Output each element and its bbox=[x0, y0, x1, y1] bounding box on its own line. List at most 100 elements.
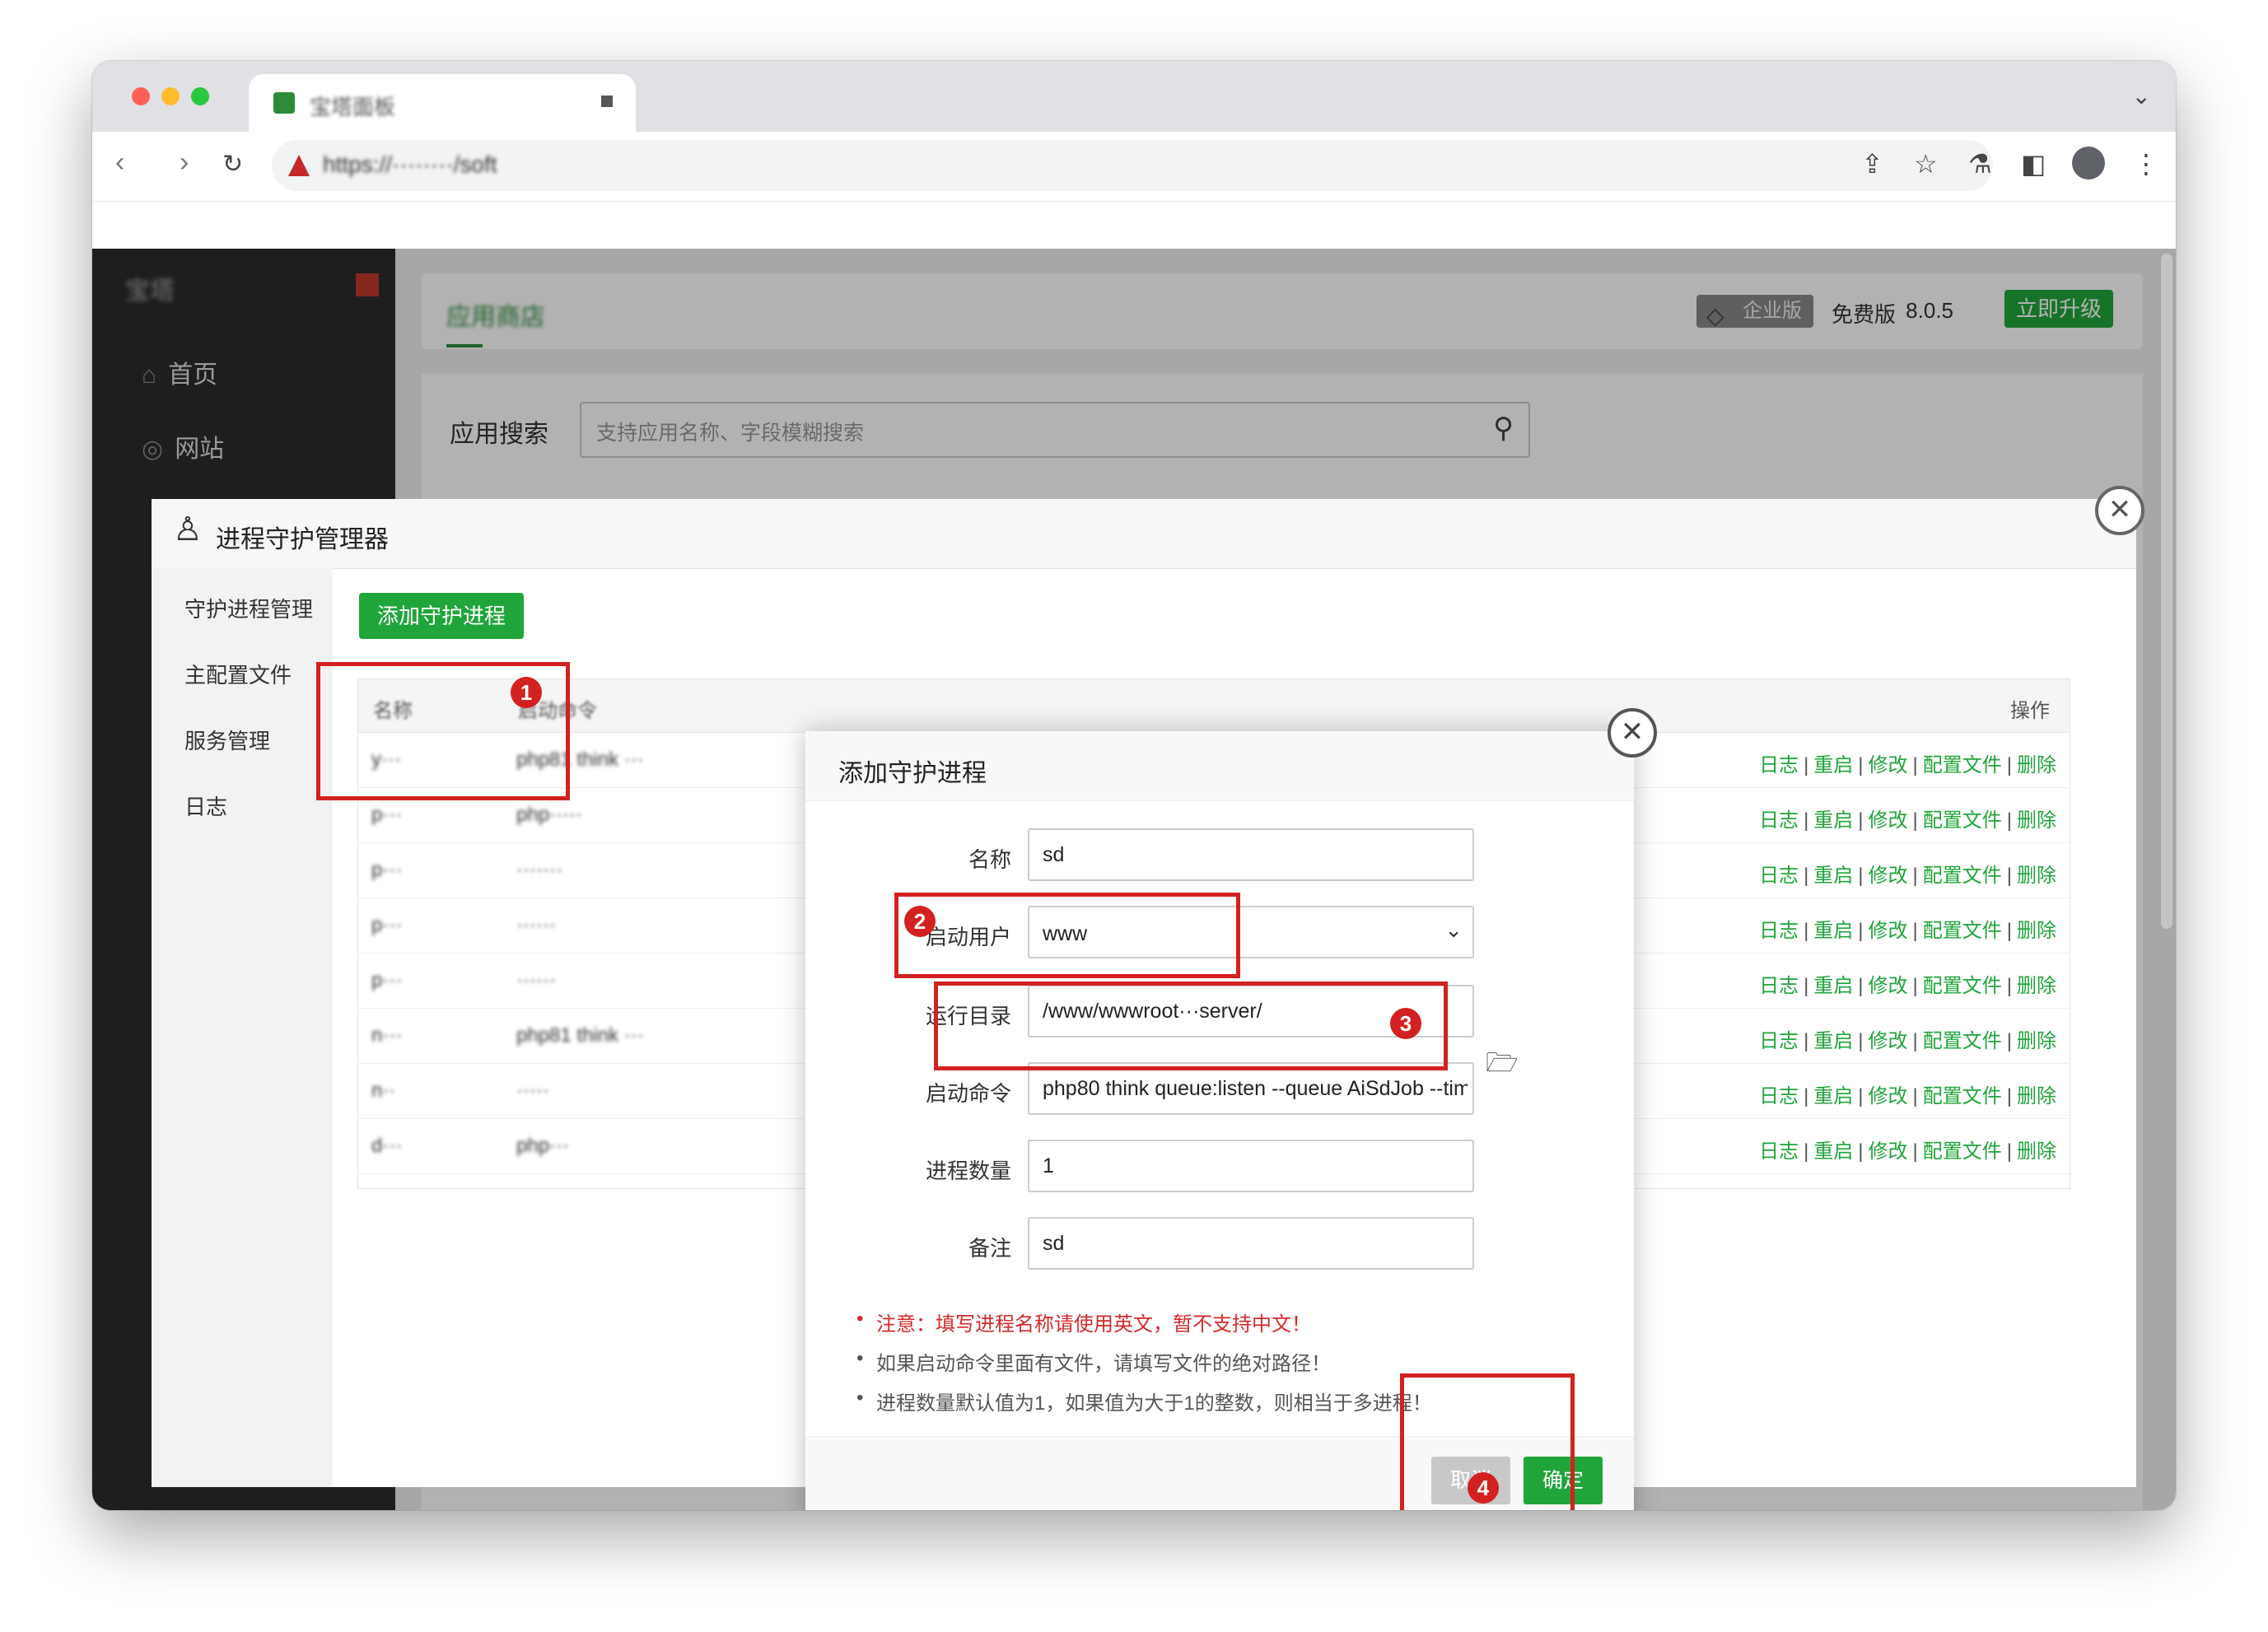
log-link[interactable]: 日志 bbox=[1759, 975, 1799, 997]
restart-link[interactable]: 重启 bbox=[1813, 809, 1853, 832]
manager-close-icon[interactable]: ✕ bbox=[2095, 486, 2144, 535]
restart-link[interactable]: 重启 bbox=[1813, 865, 1853, 887]
edit-link[interactable]: 修改 bbox=[1869, 809, 1908, 832]
bullet: • bbox=[856, 1308, 864, 1330]
config-file-link[interactable]: 配置文件 bbox=[1923, 809, 2002, 832]
delete-link[interactable]: 删除 bbox=[2017, 975, 2056, 997]
delete-link[interactable]: 删除 bbox=[2017, 809, 2056, 832]
process-count-field[interactable]: 1 bbox=[1028, 1140, 1474, 1192]
config-file-link[interactable]: 配置文件 bbox=[1923, 1030, 2002, 1052]
delete-link[interactable]: 删除 bbox=[2017, 1030, 2056, 1052]
separator: | bbox=[1804, 1085, 1809, 1107]
forward-icon[interactable]: › bbox=[180, 147, 189, 179]
config-file-link[interactable]: 配置文件 bbox=[1923, 865, 2002, 887]
config-file-link[interactable]: 配置文件 bbox=[1923, 920, 2002, 942]
remark-value: sd bbox=[1043, 1232, 1065, 1255]
browser-tab[interactable]: 宝塔面板 bbox=[249, 74, 636, 132]
log-link[interactable]: 日志 bbox=[1759, 1030, 1799, 1052]
restart-link[interactable]: 重启 bbox=[1813, 1085, 1853, 1107]
profile-avatar-icon[interactable] bbox=[2072, 147, 2105, 180]
menu-item-main-config[interactable]: 主配置文件 bbox=[184, 659, 292, 689]
close-window-button[interactable] bbox=[132, 87, 150, 105]
separator: | bbox=[2006, 865, 2012, 887]
bullet: • bbox=[856, 1347, 864, 1369]
page-content: 宝塔 ⌂ 首页 ◎ 网站 应用商店 ◇ 企业版 免费版 8.0.5 立即升级 应用搜… bbox=[92, 249, 2176, 1510]
side-panel-icon[interactable]: ◧ bbox=[2021, 148, 2046, 180]
process-name: p··· bbox=[371, 914, 403, 936]
process-name: p··· bbox=[371, 859, 403, 881]
menu-item-log[interactable]: 日志 bbox=[184, 790, 227, 821]
process-name: p··· bbox=[371, 969, 403, 991]
annotation-box-3 bbox=[934, 982, 1448, 1070]
name-field[interactable]: sd bbox=[1028, 828, 1474, 881]
log-link[interactable]: 日志 bbox=[1759, 754, 1799, 776]
edit-link[interactable]: 修改 bbox=[1869, 920, 1908, 942]
annotation-box-2 bbox=[894, 893, 1240, 978]
bookmark-star-icon[interactable]: ☆ bbox=[1914, 148, 1938, 180]
maximize-window-button[interactable] bbox=[191, 87, 209, 105]
edit-link[interactable]: 修改 bbox=[1869, 754, 1908, 776]
browser-toolbar: ‹ › ↻ https://········/soft ⇪ ☆ ⚗ ◧ ⋮ bbox=[92, 132, 2176, 202]
tab-list-chevron-icon[interactable]: ⌄ bbox=[2132, 82, 2151, 110]
note-item: • 注意：填写进程名称请使用英文，暂不支持中文！ bbox=[856, 1308, 1311, 1336]
edit-link[interactable]: 修改 bbox=[1869, 1030, 1908, 1052]
separator: | bbox=[1912, 865, 1918, 887]
dialog-title: 添加守护进程 bbox=[838, 760, 987, 787]
separator: | bbox=[1912, 1030, 1918, 1052]
config-file-link[interactable]: 配置文件 bbox=[1923, 975, 2002, 997]
menu-item-service-manage[interactable]: 服务管理 bbox=[184, 725, 270, 755]
edit-link[interactable]: 修改 bbox=[1869, 865, 1908, 887]
log-link[interactable]: 日志 bbox=[1759, 1085, 1799, 1107]
separator: | bbox=[1858, 975, 1864, 997]
separator: | bbox=[1858, 865, 1864, 887]
row-actions: 日志 | 重启 | 修改 | 配置文件 | 删除 bbox=[1759, 859, 2056, 888]
log-link[interactable]: 日志 bbox=[1759, 1140, 1799, 1163]
dialog-close-icon[interactable]: ✕ bbox=[1608, 708, 1657, 758]
folder-open-icon[interactable]: 🗁 bbox=[1486, 1044, 1519, 1089]
table-header: 名称 启动命令 操作 bbox=[358, 679, 2070, 733]
process-command: php··· bbox=[516, 1135, 570, 1157]
share-icon[interactable]: ⇪ bbox=[1861, 148, 1883, 180]
restart-link[interactable]: 重启 bbox=[1813, 754, 1853, 776]
delete-link[interactable]: 删除 bbox=[2017, 865, 2056, 887]
log-link[interactable]: 日志 bbox=[1759, 809, 1799, 832]
delete-link[interactable]: 删除 bbox=[2017, 1085, 2056, 1107]
config-file-link[interactable]: 配置文件 bbox=[1923, 1085, 2002, 1107]
separator: | bbox=[2006, 975, 2012, 997]
process-command: ······· bbox=[516, 859, 562, 881]
restart-link[interactable]: 重启 bbox=[1813, 1140, 1853, 1163]
remark-field[interactable]: sd bbox=[1028, 1217, 1474, 1270]
add-daemon-button[interactable]: 添加守护进程 bbox=[359, 593, 525, 639]
edit-link[interactable]: 修改 bbox=[1869, 975, 1908, 997]
tab-favicon-icon bbox=[273, 92, 295, 114]
menu-item-process-manage[interactable]: 守护进程管理 bbox=[184, 593, 313, 623]
tab-close-icon[interactable] bbox=[601, 96, 613, 107]
row-actions: 日志 | 重启 | 修改 | 配置文件 | 删除 bbox=[1759, 1135, 2056, 1163]
minimize-window-button[interactable] bbox=[161, 87, 180, 105]
separator: | bbox=[1858, 920, 1864, 942]
delete-link[interactable]: 删除 bbox=[2017, 920, 2056, 942]
process-name: d··· bbox=[371, 1135, 403, 1157]
page-scrollbar[interactable] bbox=[2161, 254, 2172, 929]
back-icon[interactable]: ‹ bbox=[115, 147, 124, 179]
separator: | bbox=[1804, 754, 1809, 776]
extension-flask-icon[interactable]: ⚗ bbox=[1968, 148, 1992, 180]
url-text[interactable]: https://········/soft bbox=[323, 152, 497, 178]
browser-menu-icon[interactable]: ⋮ bbox=[2133, 148, 2159, 180]
remark-label: 备注 bbox=[968, 1236, 1011, 1261]
address-bar[interactable]: https://········/soft bbox=[272, 140, 1993, 191]
config-file-link[interactable]: 配置文件 bbox=[1923, 754, 2002, 776]
edit-link[interactable]: 修改 bbox=[1869, 1140, 1908, 1163]
restart-link[interactable]: 重启 bbox=[1813, 975, 1853, 997]
restart-link[interactable]: 重启 bbox=[1813, 1030, 1853, 1052]
delete-link[interactable]: 删除 bbox=[2017, 754, 2056, 776]
delete-link[interactable]: 删除 bbox=[2017, 1140, 2056, 1163]
edit-link[interactable]: 修改 bbox=[1869, 1085, 1908, 1107]
config-file-link[interactable]: 配置文件 bbox=[1923, 1140, 2002, 1163]
log-link[interactable]: 日志 bbox=[1759, 865, 1799, 887]
command-label: 启动命令 bbox=[925, 1081, 1011, 1106]
process-name: n·· bbox=[371, 1079, 396, 1102]
log-link[interactable]: 日志 bbox=[1759, 920, 1799, 942]
reload-icon[interactable]: ↻ bbox=[222, 150, 243, 179]
restart-link[interactable]: 重启 bbox=[1813, 920, 1853, 942]
